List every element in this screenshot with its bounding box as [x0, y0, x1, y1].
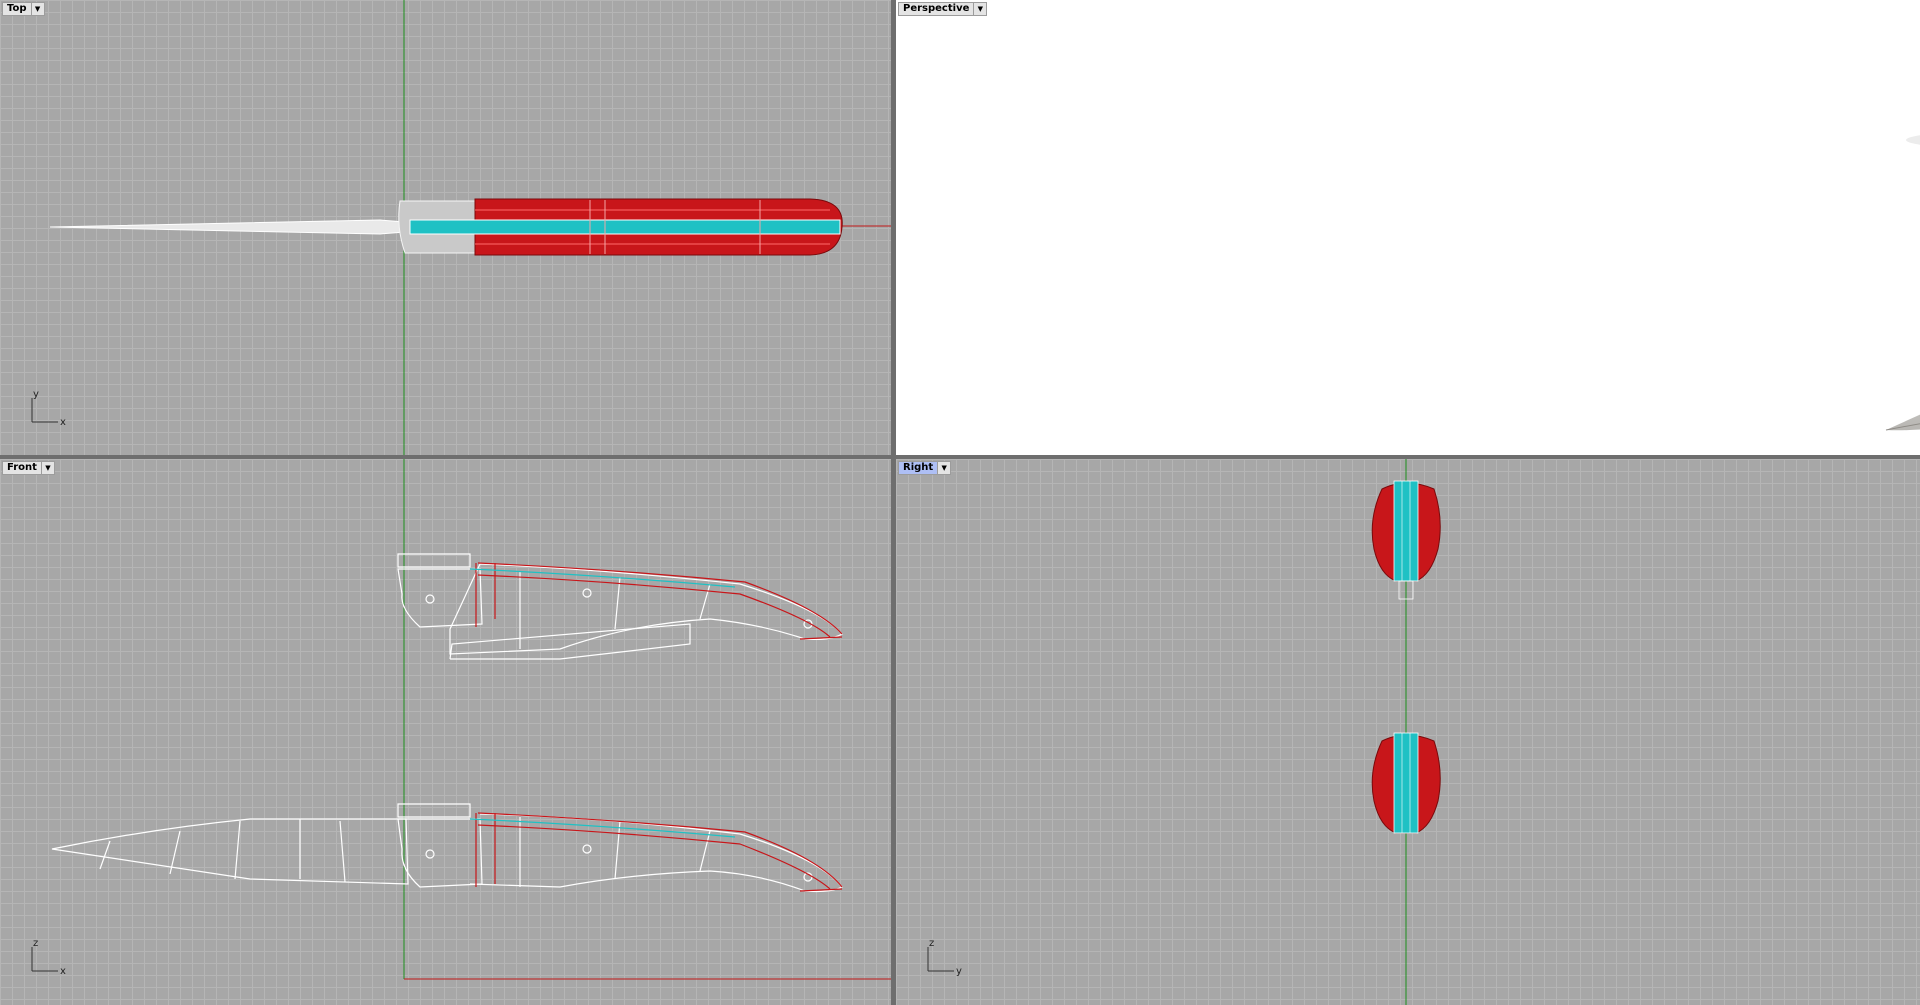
top-canvas: y x [31, 0, 891, 455]
right-viewport[interactable]: Right ▼ z y [896, 459, 1920, 1005]
right-viewport-title[interactable]: Right ▼ [898, 461, 952, 475]
perspective-render [1885, 135, 1920, 431]
axis-label-v: z [33, 938, 38, 949]
top-viewport-title[interactable]: Top ▼ [2, 2, 45, 16]
chevron-down-icon[interactable]: ▼ [41, 461, 55, 475]
open-knife-wireframe [51, 803, 843, 893]
viewport-name: Top [2, 2, 32, 16]
axis-label-h: x [60, 966, 66, 977]
front-viewport-title[interactable]: Front ▼ [2, 461, 55, 475]
upper-cross-section [1371, 480, 1441, 600]
right-canvas: z y [927, 459, 1441, 1005]
front-canvas: z x [31, 459, 891, 980]
folded-knife-wireframe [397, 553, 843, 660]
lower-cross-section [1371, 732, 1441, 834]
axis-label-h: x [60, 417, 66, 428]
axis-label-h: y [956, 966, 962, 977]
axis-label-v: y [33, 389, 39, 400]
viewport-name: Front [2, 461, 42, 475]
chevron-down-icon[interactable]: ▼ [974, 2, 988, 16]
liner-top [409, 219, 841, 235]
blade-top [49, 219, 406, 235]
open-knife-handle-red [475, 812, 843, 892]
chevron-down-icon[interactable]: ▼ [938, 461, 952, 475]
perspective-viewport-title[interactable]: Perspective ▼ [898, 2, 988, 16]
front-viewport[interactable]: Front ▼ z x [0, 459, 891, 1005]
top-viewport[interactable]: Top ▼ y x [0, 0, 891, 455]
axis-label-v: z [929, 938, 934, 949]
perspective-viewport[interactable]: Perspective ▼ [896, 0, 1920, 455]
viewport-name: Perspective [898, 2, 975, 16]
chevron-down-icon[interactable]: ▼ [31, 2, 45, 16]
open-blade [1886, 414, 1920, 431]
viewport-name: Right [898, 461, 939, 475]
